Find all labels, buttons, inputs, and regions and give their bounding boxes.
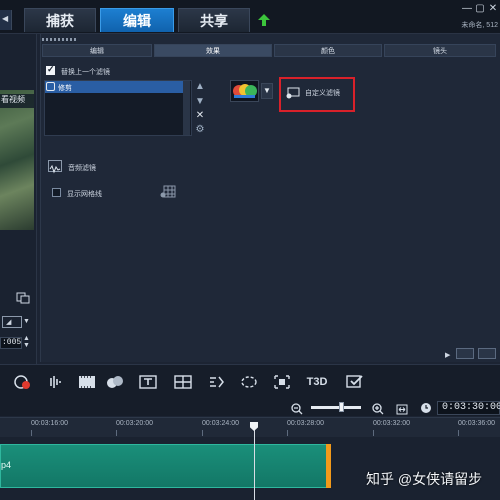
tick-label: 00:03:24:00 [202,420,239,427]
duration-stepper[interactable]: ▲ ▼ [23,335,30,349]
show-grid-label: 显示网格线 [67,191,102,198]
watermark: 知乎 @女侠请留步 [366,471,483,487]
move-down-icon[interactable]: ▼ [195,96,205,107]
clock-icon [420,401,432,413]
tick-label: 00:03:20:00 [116,420,153,427]
snapshot-icon[interactable] [16,291,30,304]
remove-filter-icon[interactable]: ✕ [195,110,205,121]
zoom-slider-handle[interactable] [339,402,344,412]
preview-label: 看视频 [0,94,34,108]
tick [202,430,203,436]
maximize-icon[interactable]: ▢ [475,4,485,14]
mask-icon[interactable] [240,374,258,390]
tick [458,430,459,436]
duration-field[interactable]: :005 [0,337,22,349]
subtab-lens[interactable]: 镜头 [384,44,496,57]
clip-label: p4 [1,460,12,470]
panel-grip[interactable] [42,38,76,41]
replace-filter-checkbox[interactable] [46,64,55,75]
project-duration[interactable]: 0:03:30:00 [437,401,500,415]
filter-preset-thumb[interactable] [230,80,259,102]
audio-mixer-icon[interactable] [46,374,64,390]
zoom-out-icon[interactable] [291,402,303,415]
check-icon[interactable] [346,374,364,390]
title-icon[interactable] [139,374,157,390]
custom-filter-icon[interactable] [286,86,300,99]
tab-share[interactable]: 共享 [178,8,250,32]
show-grid-checkbox[interactable] [52,188,61,197]
aspect-glyph-icon: ◢ [6,319,12,326]
aspect-ratio-icon[interactable]: ◢ [2,316,22,328]
record-icon[interactable] [14,374,32,390]
tick-label: 00:03:16:00 [31,420,68,427]
chevron-left-icon: ◀ [2,14,9,23]
layout-mode-icon[interactable] [478,348,496,359]
left-edge-button[interactable]: ◀ [0,10,12,30]
tick [116,430,117,436]
subtab-edit[interactable]: 编辑 [42,44,152,57]
tick [373,430,374,436]
minimize-icon[interactable]: — [462,4,472,14]
playhead[interactable] [254,430,255,500]
film-strip-icon[interactable] [78,374,96,390]
audio-filter-icon[interactable] [48,160,62,174]
grid-settings-icon[interactable] [160,185,176,199]
expand-icon[interactable]: ▶ [445,351,450,359]
custom-filter-label[interactable]: 自定义滤镜 [305,88,340,98]
3d-title-icon[interactable]: T3D [306,374,328,390]
subtab-color[interactable]: 颜色 [274,44,382,57]
fit-project-icon[interactable] [396,402,408,415]
filter-icon [46,82,55,91]
replace-filter-label: 替换上一个滤镜 [61,69,110,76]
tick-label: 00:03:36:00 [458,420,495,427]
close-icon[interactable]: ✕ [488,4,498,14]
zoom-slider[interactable] [311,406,361,409]
preset-dropdown-icon[interactable]: ▼ [261,83,273,99]
tick [31,430,32,436]
tick-label: 00:03:28:00 [287,420,324,427]
grid-icon[interactable] [174,374,192,390]
tab-edit[interactable]: 编辑 [100,8,174,32]
tab-capture[interactable]: 捕获 [24,8,96,32]
paint-icon[interactable] [106,374,124,390]
audio-filter-label[interactable]: 音频滤镜 [68,163,96,173]
motion-icon[interactable] [208,374,226,390]
chevron-down-icon[interactable]: ▼ [23,318,30,325]
tick-label: 00:03:32:00 [373,420,410,427]
upload-icon[interactable] [257,13,271,27]
view-mode-icon[interactable] [456,348,474,359]
filter-list-scrollbar[interactable] [183,81,190,135]
filter-settings-icon[interactable]: ⚙ [195,124,205,135]
subtab-effects[interactable]: 效果 [154,44,272,57]
video-clip[interactable] [0,444,330,488]
move-up-icon[interactable]: ▲ [195,81,205,92]
tick [287,430,288,436]
crop-icon[interactable] [273,374,291,390]
clip-trim-handle[interactable] [326,444,331,488]
video-preview[interactable] [0,90,34,230]
filter-name: 修剪 [58,85,72,92]
project-title: 未命名, 512 [461,22,498,29]
zoom-in-icon[interactable] [372,402,384,415]
